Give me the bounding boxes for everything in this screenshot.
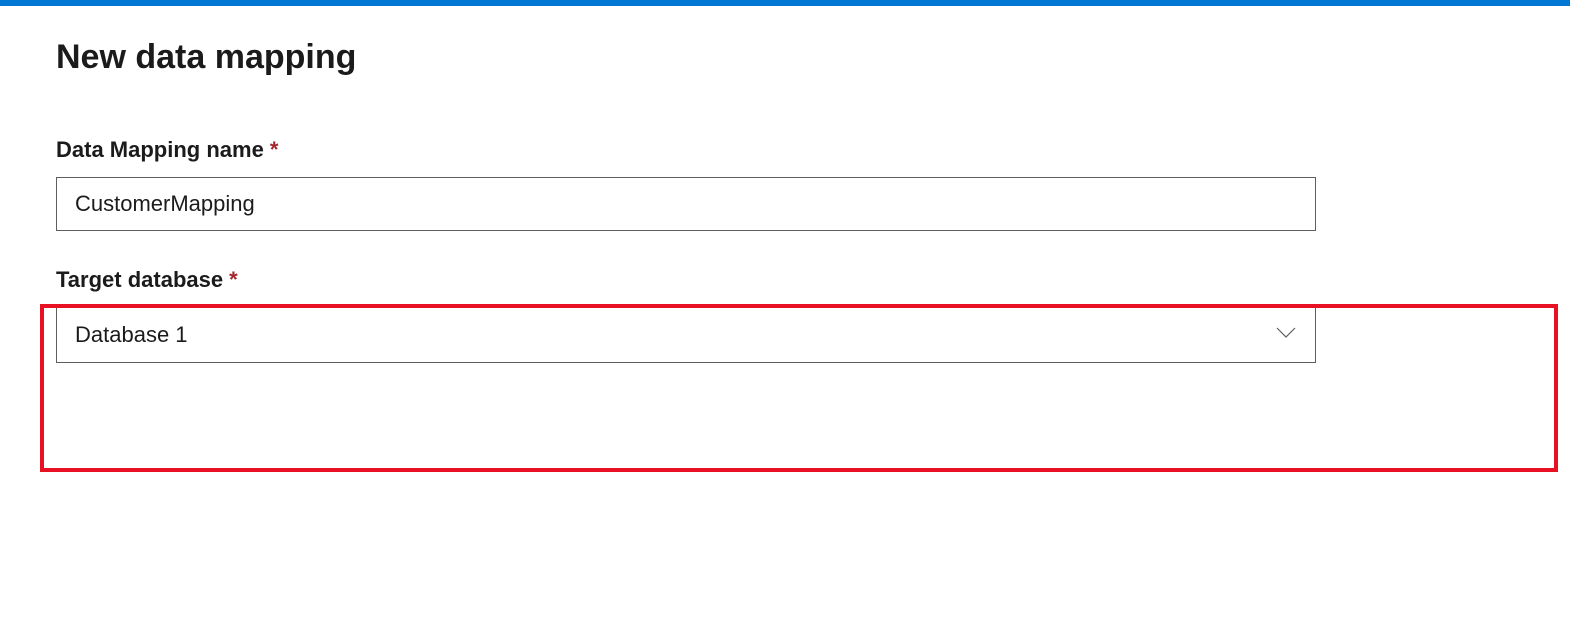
- data-mapping-name-label: Data Mapping name *: [56, 137, 1514, 163]
- form-content: New data mapping Data Mapping name * Tar…: [0, 6, 1570, 363]
- data-mapping-name-input[interactable]: [56, 177, 1316, 231]
- page-title: New data mapping: [56, 38, 1514, 77]
- required-asterisk-icon: *: [229, 267, 238, 293]
- required-asterisk-icon: *: [270, 137, 279, 163]
- data-mapping-name-group: Data Mapping name *: [56, 137, 1514, 231]
- label-text: Data Mapping name: [56, 137, 264, 163]
- target-database-group: Target database * Database 1: [56, 267, 1514, 363]
- target-database-selected-value: Database 1: [75, 322, 188, 348]
- label-text: Target database: [56, 267, 223, 293]
- target-database-select[interactable]: Database 1: [56, 307, 1316, 363]
- target-database-select-wrap: Database 1: [56, 307, 1316, 363]
- target-database-label: Target database *: [56, 267, 1514, 293]
